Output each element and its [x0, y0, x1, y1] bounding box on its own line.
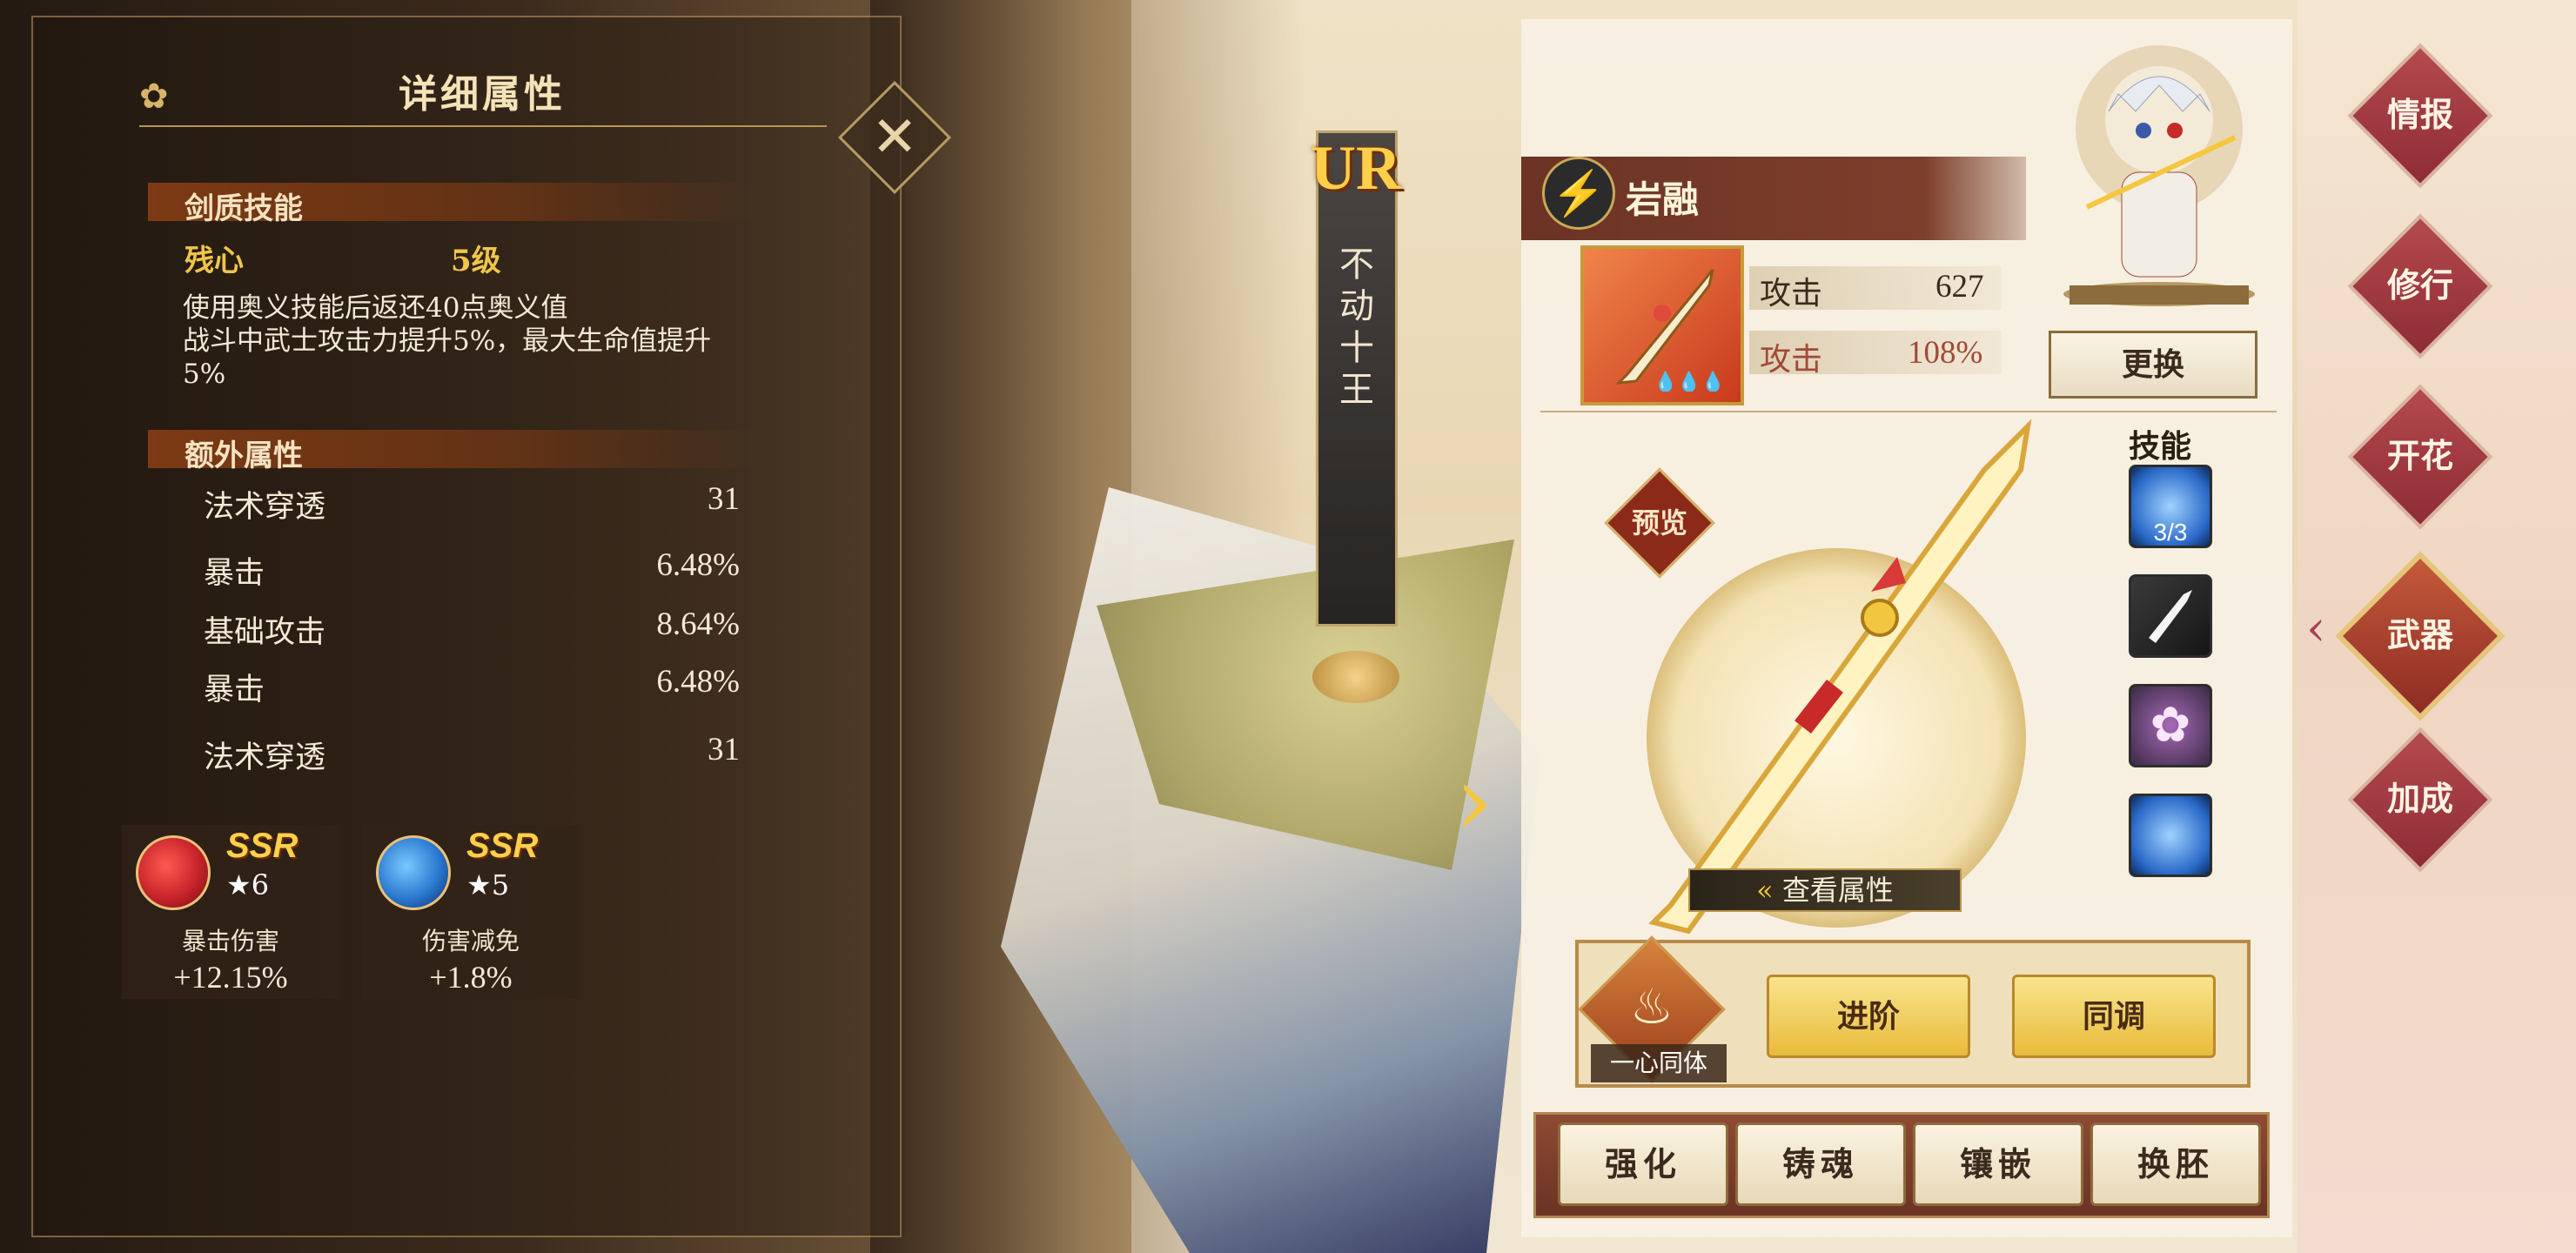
close-icon[interactable]: ✕: [855, 97, 935, 178]
character-name-char: 王: [1339, 370, 1374, 410]
stat-value: 6.48%: [656, 664, 740, 700]
stat-value: 8.64%: [656, 606, 740, 642]
nav-active-arrow-icon: ‹: [2306, 600, 2326, 657]
soul-rarity: SSR: [226, 827, 299, 865]
tab-forge-soul[interactable]: 铸魂: [1735, 1122, 1906, 1206]
tab-inlay[interactable]: 镶嵌: [1913, 1122, 2083, 1206]
soul-stars: ★6: [226, 868, 270, 901]
skill-slot-4-icon[interactable]: [2129, 794, 2212, 877]
skill-desc-line1: 使用奥义技能后返还40点奥义值: [183, 292, 568, 324]
soul-value: +12.15%: [173, 960, 288, 995]
view-attributes-button[interactable]: « 查看属性: [1688, 868, 1962, 912]
skill-section-header: 剑质技能: [184, 191, 303, 226]
stat-value: 31: [708, 481, 740, 517]
nav-weapon-label[interactable]: 武器: [2346, 609, 2494, 661]
detail-title: 详细属性: [399, 72, 566, 117]
soul-label: 伤害减免: [421, 927, 520, 955]
stat-name: 法术穿透: [204, 490, 326, 525]
character-name: 不动十王: [1316, 244, 1398, 411]
weapon-thumbnail-icon: 💧💧💧: [1614, 269, 1723, 392]
skill-desc-line2: 战斗中武士攻击力提升5%，最大生命值提升: [183, 325, 712, 357]
character-name-text: 不动十王: [1316, 244, 1398, 411]
preview-label[interactable]: 预览: [1620, 484, 1699, 562]
nav-bonus-label[interactable]: 加成: [2346, 773, 2494, 825]
skill-slot-2-icon[interactable]: [2129, 574, 2212, 658]
swap-button[interactable]: 更换: [2049, 331, 2257, 399]
sakura-icon: ✿: [2150, 697, 2191, 754]
flower-icon: ✿: [139, 77, 169, 117]
character-avatar: [2063, 45, 2255, 306]
divider: [1540, 411, 2277, 412]
svg-text:💧💧💧: 💧💧💧: [1654, 371, 1723, 392]
weapon-name: 岩融: [1626, 178, 1700, 221]
skill-slot-3-icon[interactable]: ✿: [2129, 684, 2212, 767]
skill-name: 残心: [184, 244, 244, 278]
attr-value: 108%: [1908, 335, 1983, 371]
chevron-right-icon[interactable]: ›: [1455, 748, 1499, 853]
skills-title: 技能: [2129, 428, 2192, 465]
soul-stars: ★5: [466, 868, 510, 901]
nav-bloom-label[interactable]: 开花: [2346, 430, 2494, 482]
stat-name: 暴击: [204, 556, 265, 591]
soul-label: 暴击伤害: [181, 927, 279, 955]
tab-replace-blank[interactable]: 换胚: [2090, 1122, 2261, 1206]
stat-name: 法术穿透: [204, 740, 326, 775]
weapon-type-icon: ⚡: [1542, 157, 1615, 230]
soul-value: +1.8%: [429, 960, 513, 995]
character-name-char: 不: [1339, 245, 1374, 285]
flame-icon: ♨: [1629, 979, 1674, 1035]
attr-label: 攻击: [1760, 342, 1823, 378]
attr-label: 攻击: [1760, 276, 1823, 312]
attr-value: 627: [1935, 269, 1984, 305]
stat-value: 6.48%: [656, 547, 740, 583]
character-name-char: 动: [1339, 286, 1374, 326]
advance-button[interactable]: 进阶: [1767, 975, 1970, 1058]
nav-training-label[interactable]: 修行: [2346, 259, 2494, 312]
ur-badge: UR: [1311, 133, 1401, 203]
stat-name: 暴击: [204, 673, 265, 707]
sync-button[interactable]: 同调: [2012, 975, 2216, 1058]
skill-desc-line3: 5%: [183, 358, 226, 390]
view-attributes-label: 查看属性: [1781, 874, 1894, 907]
stat-name: 基础攻击: [204, 615, 326, 650]
skill-count: 3/3: [2153, 519, 2188, 546]
bell-icon: [1312, 651, 1399, 703]
tab-enhance[interactable]: 强化: [1558, 1122, 1728, 1206]
stat-value: 31: [708, 732, 740, 767]
crit-soul-icon: [136, 835, 211, 910]
soul-rarity: SSR: [466, 827, 539, 865]
blade-icon: [2149, 590, 2192, 643]
nav-intel-label[interactable]: 情报: [2346, 89, 2494, 141]
defense-soul-icon: [376, 835, 451, 910]
double-chevron-left-icon: «: [1756, 874, 1782, 907]
heart-unity-label: 一心同体: [1591, 1044, 1727, 1082]
skill-level: 5级: [451, 244, 501, 278]
extra-section-header: 额外属性: [184, 439, 303, 473]
character-name-char: 十: [1339, 328, 1374, 368]
